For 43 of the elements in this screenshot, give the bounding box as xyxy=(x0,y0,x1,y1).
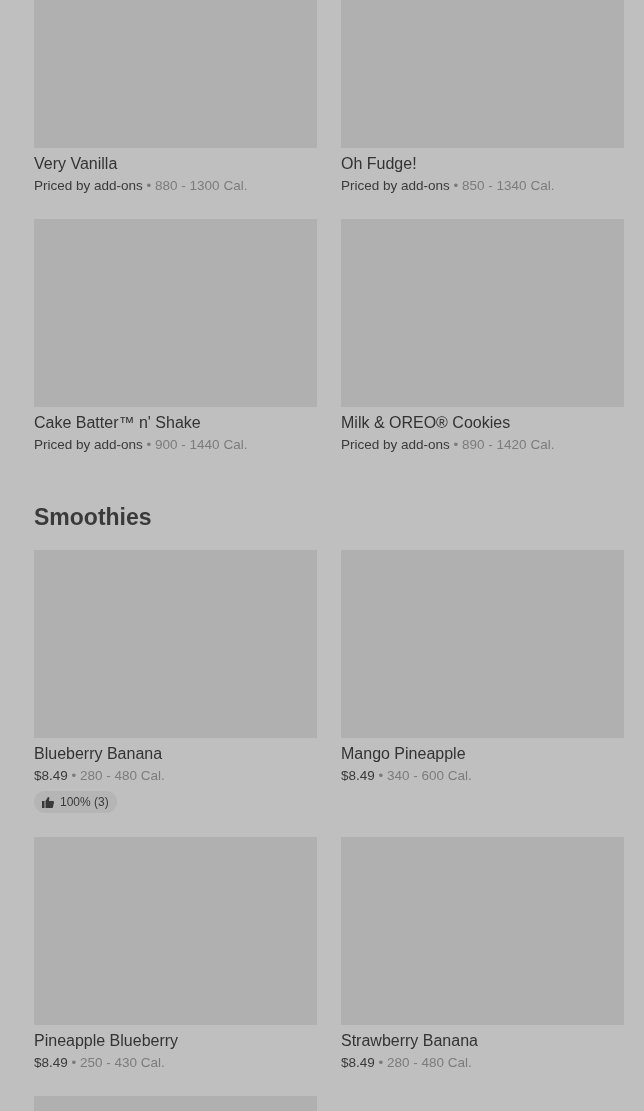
item-price: $8.49 xyxy=(34,1054,68,1070)
menu-item-card[interactable]: Pineapple Blueberry $8.49 • 250 - 430 Cal. xyxy=(34,836,317,1074)
item-name: Milk & OREO® Cookies xyxy=(341,413,512,433)
item-price: $8.49 xyxy=(34,768,68,783)
item-price: $8.49 xyxy=(341,768,375,783)
item-calories: 280 - 480 Cal. xyxy=(80,768,165,783)
item-price: Priced by add-ons xyxy=(341,437,450,452)
menu-item-card[interactable]: Oh Fudge! Priced by add-ons • 850 - 1340 Cal. xyxy=(341,0,624,197)
item-calories: 900 - 1440 Cal. xyxy=(155,437,248,452)
separator-dot: • xyxy=(453,178,459,193)
separator-dot: • xyxy=(378,1054,384,1070)
separator-dot: • xyxy=(453,437,459,452)
menu-item-card[interactable]: Strawberry Banana $8.49 • 280 - 480 Cal. xyxy=(341,836,624,1074)
item-name: Strawberry Banana xyxy=(341,1030,479,1051)
separator-dot: • xyxy=(146,437,152,452)
section-heading: Smoothies xyxy=(34,503,153,532)
menu-item-card[interactable]: Milk & OREO® Cookies Priced by add-ons • 890 - 1420 Cal. xyxy=(341,219,624,456)
item-calories: 850 - 1340 Cal. xyxy=(462,178,555,193)
item-name: Pineapple Blueberry xyxy=(34,1030,180,1051)
thumbs-up-icon xyxy=(42,796,54,808)
item-calories: 340 - 600 Cal. xyxy=(387,768,472,783)
menu-item-card[interactable]: Cake Batter™ n' Shake Priced by add-ons • 900 - 1440 Cal. xyxy=(34,219,317,456)
item-name: Very Vanilla xyxy=(34,154,119,174)
item-calories: 250 - 430 Cal. xyxy=(80,1054,165,1070)
menu-item-card[interactable]: Blueberry Banana $8.49 • 280 - 480 Cal. 100% (3) xyxy=(34,550,317,815)
item-calories: 280 - 480 Cal. xyxy=(387,1054,472,1070)
separator-dot: • xyxy=(378,768,384,783)
item-price: $8.49 xyxy=(341,1054,375,1070)
item-calories: 880 - 1300 Cal. xyxy=(155,178,248,193)
separator-dot: • xyxy=(146,178,152,193)
item-name: Oh Fudge! xyxy=(341,154,418,174)
item-price: Priced by add-ons xyxy=(34,437,143,452)
separator-dot: • xyxy=(71,768,77,783)
menu-item-card[interactable]: Mango Pineapple $8.49 • 340 - 600 Cal. xyxy=(341,550,624,815)
rating-badge: 100% (3) xyxy=(34,791,117,813)
item-name: Cake Batter™ n' Shake xyxy=(34,413,202,433)
item-calories: 890 - 1420 Cal. xyxy=(462,437,555,452)
menu-item-card[interactable]: Very Vanilla Priced by add-ons • 880 - 1300 Cal. xyxy=(34,0,317,197)
item-price: Priced by add-ons xyxy=(341,178,450,193)
item-price: Priced by add-ons xyxy=(34,178,143,193)
item-name: Mango Pineapple xyxy=(341,744,467,764)
separator-dot: • xyxy=(71,1054,77,1070)
item-name: Blueberry Banana xyxy=(34,744,164,764)
